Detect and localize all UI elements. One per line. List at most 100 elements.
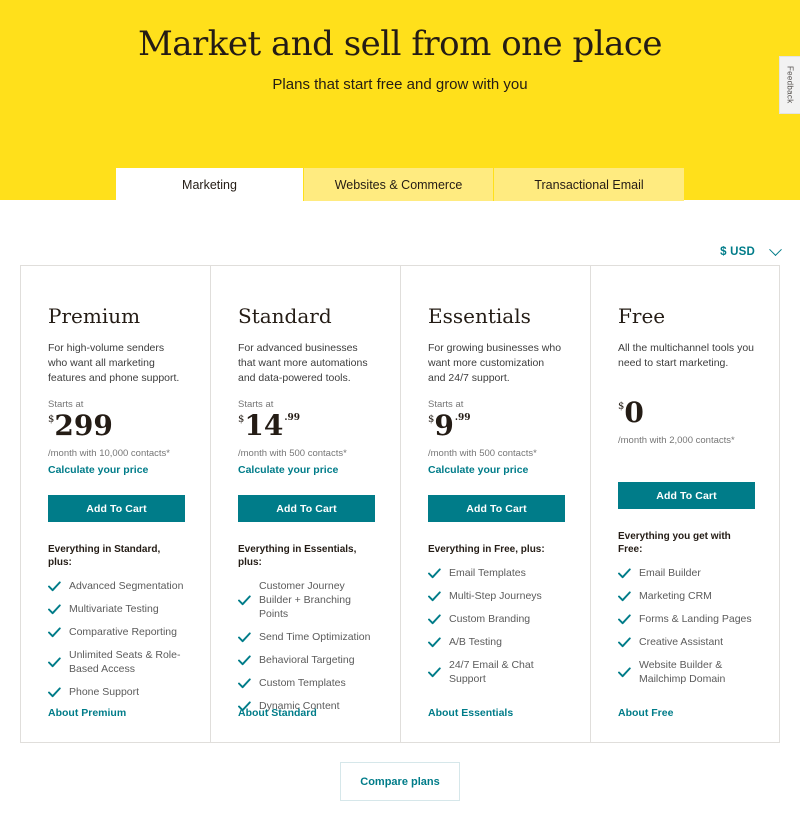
feature-label: Email Builder — [639, 567, 701, 579]
tab-websites-commerce-label: Websites & Commerce — [334, 177, 463, 192]
price-cents: .99 — [284, 413, 301, 423]
check-icon — [238, 677, 254, 689]
about-plan-link[interactable]: About Premium — [48, 707, 126, 719]
add-to-cart-button[interactable]: Add To Cart — [238, 495, 375, 522]
about-plan-link[interactable]: About Standard — [238, 707, 317, 719]
add-to-cart-button[interactable]: Add To Cart — [48, 495, 185, 522]
feature-label: Forms & Landing Pages — [639, 613, 752, 625]
calculate-price-link[interactable]: Calculate your price — [238, 463, 338, 477]
check-icon — [428, 666, 444, 678]
plan-card-premium: Premium For high-volume senders who want… — [21, 266, 211, 742]
compare-plans-button[interactable]: Compare plans — [340, 762, 460, 801]
chevron-down-icon — [769, 242, 782, 256]
feature-label: Email Templates — [449, 567, 526, 579]
plan-price: $ 299 — [48, 412, 184, 442]
pricing-page: Market and sell from one place Plans tha… — [0, 0, 800, 821]
plan-price: $ 0 — [618, 399, 755, 429]
about-plan-link[interactable]: About Free — [618, 707, 673, 719]
feature-label: Customer Journey Builder + Branching Poi… — [259, 580, 351, 620]
check-icon — [618, 613, 634, 625]
price-amount: 0 — [624, 396, 644, 429]
tab-marketing[interactable]: Marketing — [116, 168, 304, 201]
check-icon — [48, 626, 64, 638]
feature-label: Phone Support — [69, 686, 140, 698]
price-amount: 299 — [54, 409, 113, 442]
plan-grid: Premium For high-volume senders who want… — [20, 265, 780, 743]
tab-transactional-email[interactable]: Transactional Email — [494, 168, 684, 201]
feature-label: Website Builder & Mailchimp Domain — [639, 659, 726, 685]
feature-label: Advanced Segmentation — [69, 580, 184, 592]
plan-features-header: Everything in Essentials, plus: — [238, 544, 357, 568]
plan-card-essentials: Essentials For growing businesses who wa… — [401, 266, 591, 742]
check-icon — [48, 686, 64, 698]
feature-label: Comparative Reporting — [69, 626, 177, 638]
plan-feature-list: Email Templates Multi-Step Journeys Cust… — [428, 566, 564, 686]
plan-name: Free — [618, 304, 666, 328]
plan-name: Standard — [238, 304, 332, 328]
feature-label: 24/7 Email & Chat Support — [449, 659, 534, 685]
check-icon — [238, 631, 254, 643]
plan-price: $ 14 .99 — [238, 412, 374, 442]
plan-description: For high-volume senders who want all mar… — [48, 342, 180, 384]
check-icon — [618, 666, 634, 678]
feature-label: A/B Testing — [449, 636, 502, 648]
list-item: Website Builder & Mailchimp Domain — [618, 658, 755, 686]
category-tabs: Marketing Websites & Commerce Transactio… — [116, 168, 684, 201]
tab-transactional-email-label: Transactional Email — [534, 177, 644, 192]
feature-label: Behavioral Targeting — [259, 654, 355, 666]
add-to-cart-button[interactable]: Add To Cart — [618, 482, 755, 509]
price-amount: 14 — [244, 409, 284, 442]
list-item: A/B Testing — [428, 635, 564, 649]
feature-label: Multivariate Testing — [69, 603, 159, 615]
plan-features-header: Everything in Standard, plus: — [48, 544, 161, 568]
list-item: Unlimited Seats & Role-Based Access — [48, 648, 184, 676]
plan-price-note: /month with 10,000 contacts* — [48, 448, 170, 459]
calculate-price-link[interactable]: Calculate your price — [48, 463, 148, 477]
list-item: Marketing CRM — [618, 589, 755, 603]
feedback-tab-label: Feedback — [785, 66, 795, 104]
currency-selector[interactable]: $ USD — [720, 242, 782, 258]
plan-description: All the multichannel tools you need to s… — [618, 342, 754, 369]
list-item: Creative Assistant — [618, 635, 755, 649]
list-item: Email Builder — [618, 566, 755, 580]
currency-selector-label: $ USD — [720, 246, 755, 258]
plan-features-header: Everything in Free, plus: — [428, 544, 545, 555]
check-icon — [428, 636, 444, 648]
plan-card-standard: Standard For advanced businesses that wa… — [211, 266, 401, 742]
plan-price-note: /month with 2,000 contacts* — [618, 435, 735, 446]
feature-label: Multi-Step Journeys — [449, 590, 542, 602]
plan-feature-list: Advanced Segmentation Multivariate Testi… — [48, 579, 184, 699]
check-icon — [238, 654, 254, 666]
feature-label: Unlimited Seats & Role-Based Access — [69, 649, 181, 675]
check-icon — [618, 567, 634, 579]
check-icon — [618, 636, 634, 648]
page-subtitle: Plans that start free and grow with you — [272, 76, 528, 93]
check-icon — [428, 590, 444, 602]
plan-description: For advanced businesses that want more a… — [238, 342, 368, 384]
feedback-tab[interactable]: Feedback — [779, 56, 800, 114]
plan-description: For growing businesses who want more cus… — [428, 342, 562, 384]
calculate-price-link[interactable]: Calculate your price — [428, 463, 528, 477]
list-item: Comparative Reporting — [48, 625, 184, 639]
tab-websites-commerce[interactable]: Websites & Commerce — [304, 168, 494, 201]
plan-feature-list: Customer Journey Builder + Branching Poi… — [238, 579, 374, 713]
check-icon — [48, 603, 64, 615]
check-icon — [238, 594, 254, 606]
check-icon — [48, 580, 64, 592]
list-item: Send Time Optimization — [238, 630, 374, 644]
plan-price-note: /month with 500 contacts* — [238, 448, 347, 459]
feature-label: Send Time Optimization — [259, 631, 371, 643]
list-item: Forms & Landing Pages — [618, 612, 755, 626]
price-amount: 9 — [434, 409, 454, 442]
add-to-cart-button[interactable]: Add To Cart — [428, 495, 565, 522]
list-item: Phone Support — [48, 685, 184, 699]
list-item: 24/7 Email & Chat Support — [428, 658, 564, 686]
list-item: Advanced Segmentation — [48, 579, 184, 593]
plan-price-note: /month with 500 contacts* — [428, 448, 537, 459]
plan-name: Essentials — [428, 304, 531, 328]
about-plan-link[interactable]: About Essentials — [428, 707, 513, 719]
list-item: Multivariate Testing — [48, 602, 184, 616]
plan-name: Premium — [48, 304, 141, 328]
plan-price: $ 9 .99 — [428, 412, 564, 442]
list-item: Behavioral Targeting — [238, 653, 374, 667]
